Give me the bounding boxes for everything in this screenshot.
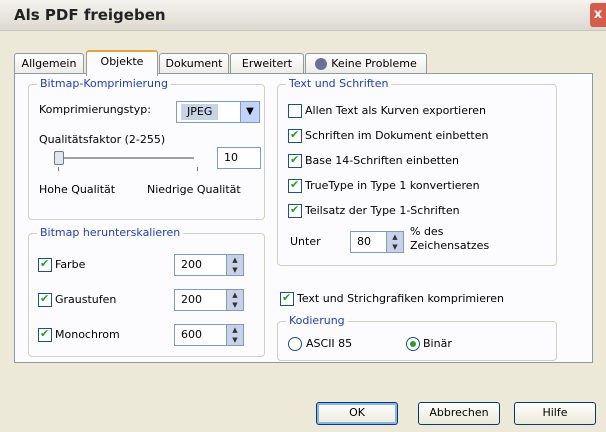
monochrome-checkbox[interactable] bbox=[38, 327, 52, 342]
subset-type1-checkbox[interactable] bbox=[288, 203, 302, 218]
objects-panel: Bitmap-Komprimierung Komprimierungstyp: … bbox=[14, 73, 593, 363]
close-button[interactable]: x bbox=[590, 3, 606, 27]
spin-arrows-icon[interactable]: ▲ ▼ bbox=[226, 290, 243, 310]
ok-button[interactable]: OK bbox=[316, 402, 398, 425]
tab-erweitert[interactable]: Erweitert bbox=[230, 53, 304, 74]
spin-arrows-icon[interactable]: ▲ ▼ bbox=[226, 255, 243, 275]
subset-type1-label: Teilsatz der Type 1-Schriften bbox=[305, 204, 460, 217]
cancel-button[interactable]: Abbrechen bbox=[418, 402, 500, 425]
tab-objekte[interactable]: Objekte bbox=[86, 50, 158, 76]
help-button[interactable]: Hilfe bbox=[514, 402, 596, 425]
monochrome-resolution-value: 600 bbox=[181, 328, 202, 341]
text-fonts-group: Text und Schriften Allen Text als Kurven… bbox=[277, 77, 557, 266]
grayscale-label: Graustufen bbox=[55, 293, 117, 306]
embed-fonts-checkbox[interactable] bbox=[288, 128, 302, 143]
quality-slider-track[interactable] bbox=[54, 157, 194, 160]
encoding-legend: Kodierung bbox=[286, 314, 348, 327]
subset-threshold-stepper[interactable]: 80 ▲ ▼ bbox=[350, 231, 404, 253]
grayscale-checkbox[interactable] bbox=[38, 292, 52, 307]
ascii85-radio[interactable] bbox=[288, 337, 302, 351]
window-title: Als PDF freigeben bbox=[14, 6, 166, 24]
compression-type-label: Komprimierungstyp: bbox=[39, 103, 151, 116]
grayscale-resolution-value: 200 bbox=[181, 293, 202, 306]
base14-label: Base 14-Schriften einbetten bbox=[305, 154, 459, 167]
encoding-group: Kodierung ASCII 85 Binär bbox=[277, 314, 557, 361]
under-label: Unter bbox=[290, 235, 321, 248]
embed-fonts-label: Schriften im Dokument einbetten bbox=[305, 129, 489, 142]
color-resolution-value: 200 bbox=[181, 258, 202, 271]
tab-label: Dokument bbox=[165, 57, 223, 70]
compress-checkbox[interactable] bbox=[280, 291, 294, 306]
monochrome-label: Monochrom bbox=[55, 328, 120, 341]
compress-label: Text und Strichgrafiken komprimieren bbox=[297, 292, 504, 305]
grayscale-resolution-stepper[interactable]: 200 ▲ ▼ bbox=[174, 289, 244, 311]
color-label: Farbe bbox=[55, 258, 86, 271]
bitmap-downsample-group: Bitmap herunterskalieren Farbe 200 ▲▼ Gr… bbox=[28, 226, 265, 357]
tab-keine-probleme[interactable]: Keine Probleme bbox=[305, 53, 427, 74]
spin-arrows-icon[interactable]: ▲ ▼ bbox=[226, 325, 243, 345]
tab-label: Erweitert bbox=[241, 57, 293, 70]
subset-threshold-value: 80 bbox=[357, 235, 371, 248]
base14-checkbox[interactable] bbox=[288, 153, 302, 168]
bitmap-compression-legend: Bitmap-Komprimierung bbox=[37, 77, 171, 90]
monochrome-resolution-stepper[interactable]: 600 ▲ ▼ bbox=[174, 324, 244, 346]
text-as-curves-label: Allen Text als Kurven exportieren bbox=[305, 104, 487, 117]
low-quality-label: Niedrige Qualität bbox=[147, 183, 241, 196]
percent-label: % des bbox=[410, 225, 444, 238]
truetype-convert-checkbox[interactable] bbox=[288, 178, 302, 193]
tab-dokument[interactable]: Dokument bbox=[159, 53, 229, 74]
spin-arrows-icon[interactable]: ▲ ▼ bbox=[386, 232, 403, 252]
quality-slider-thumb[interactable] bbox=[54, 151, 64, 165]
tab-allgemein[interactable]: Allgemein bbox=[14, 53, 84, 74]
quality-factor-value: 10 bbox=[224, 151, 238, 164]
color-resolution-stepper[interactable]: 200 ▲ ▼ bbox=[174, 254, 244, 276]
warning-icon bbox=[315, 58, 328, 70]
ascii85-label: ASCII 85 bbox=[306, 337, 353, 350]
bitmap-downsample-legend: Bitmap herunterskalieren bbox=[37, 226, 184, 239]
slider-tick bbox=[197, 167, 198, 171]
title-bar: Als PDF freigeben x bbox=[0, 0, 606, 31]
quality-factor-label: Qualitätsfaktor (2-255) bbox=[39, 133, 166, 146]
binary-label: Binär bbox=[423, 337, 452, 350]
slider-tick bbox=[58, 167, 59, 171]
truetype-convert-label: TrueType in Type 1 konvertieren bbox=[305, 179, 480, 192]
tab-label: Keine Probleme bbox=[331, 57, 417, 70]
tab-label: Objekte bbox=[100, 55, 144, 68]
tab-label: Allgemein bbox=[21, 57, 77, 70]
charset-label: Zeichensatzes bbox=[410, 239, 490, 252]
compression-type-value: JPEG bbox=[181, 104, 219, 120]
bitmap-compression-group: Bitmap-Komprimierung Komprimierungstyp: … bbox=[28, 77, 265, 220]
high-quality-label: Hohe Qualität bbox=[39, 183, 116, 196]
chevron-down-icon[interactable]: ▼ bbox=[240, 102, 259, 122]
binary-radio[interactable] bbox=[406, 337, 420, 351]
color-checkbox[interactable] bbox=[38, 257, 52, 272]
text-fonts-legend: Text und Schriften bbox=[286, 77, 392, 90]
quality-factor-input[interactable]: 10 bbox=[217, 147, 261, 169]
text-as-curves-checkbox[interactable] bbox=[288, 104, 302, 118]
compression-type-select[interactable]: JPEG ▼ bbox=[176, 101, 260, 123]
